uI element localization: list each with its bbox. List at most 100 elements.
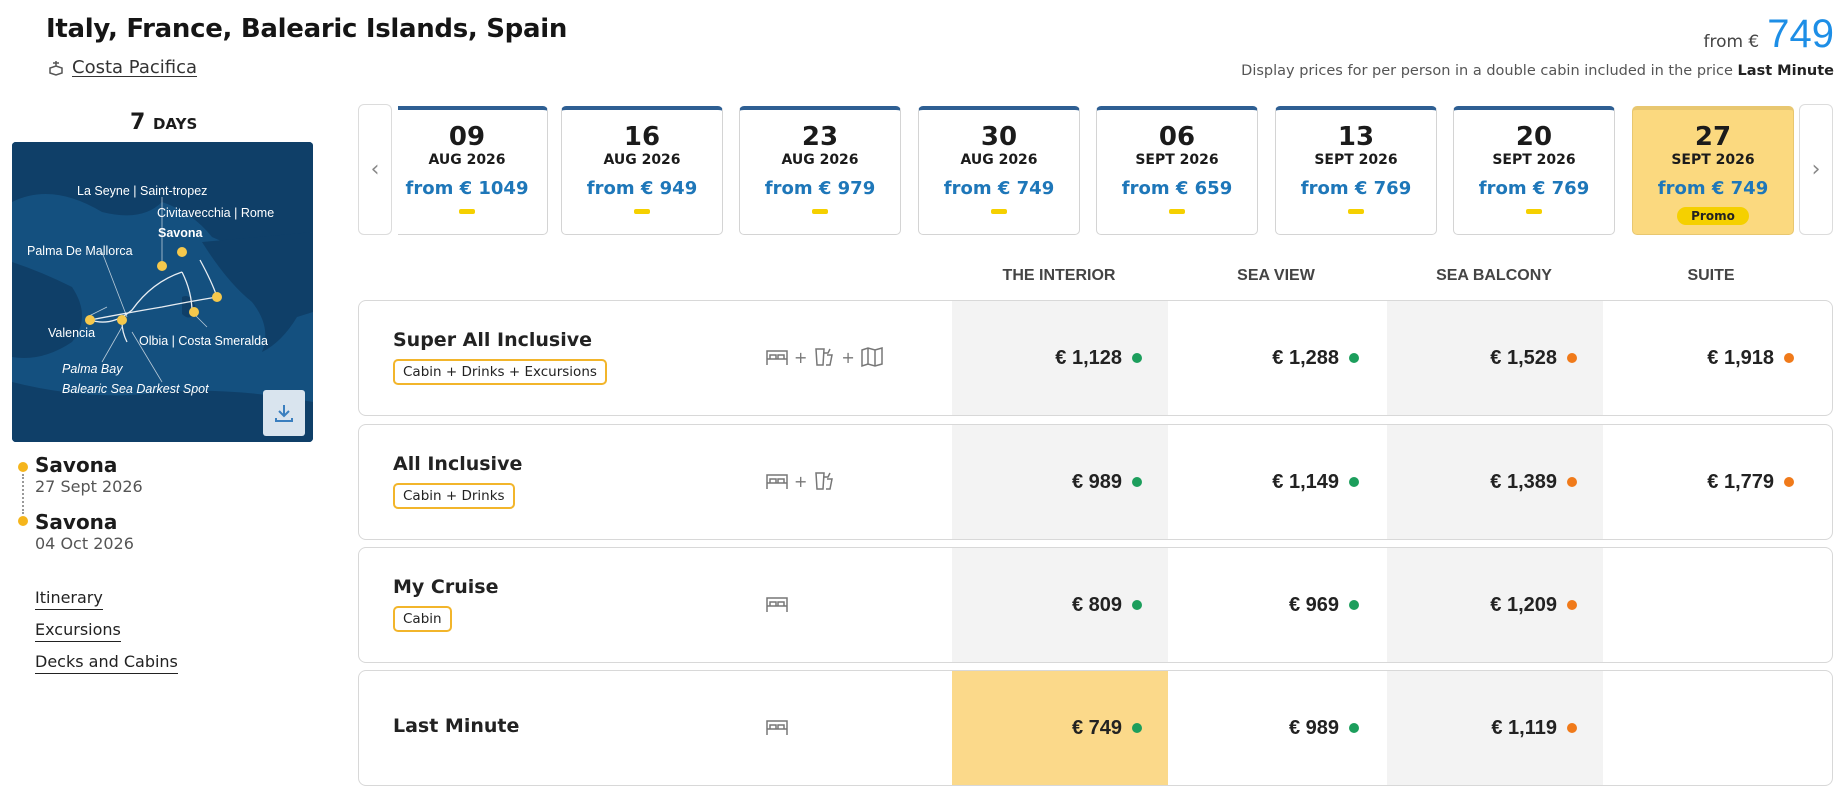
availability-dot (1567, 477, 1577, 487)
date-card[interactable]: 13 SEPT 2026 from € 769 (1275, 106, 1437, 235)
col-sea-balcony: SEA BALCONY (1436, 267, 1552, 284)
chevron-right-icon: › (1811, 157, 1821, 182)
price-cell[interactable]: € 969 (1169, 548, 1385, 662)
date-card[interactable]: 09 AUG 2026 from € 1049 (398, 106, 548, 235)
map-label: Valencia (48, 326, 96, 340)
map-label: Palma De Mallorca (27, 244, 133, 258)
offer-indicator (459, 209, 475, 214)
price-cell[interactable]: € 1,149 (1169, 425, 1385, 539)
price-cell[interactable]: € 1,918 (1604, 301, 1820, 415)
package-row-super-all-inclusive: Super All Inclusive Cabin + Drinks + Exc… (358, 300, 1833, 416)
price-value: € 1,779 (1707, 470, 1774, 493)
offer-indicator (812, 209, 828, 214)
date-card[interactable]: 30 AUG 2026 from € 749 (918, 106, 1080, 235)
end-date: 04 Oct 2026 (35, 534, 134, 553)
package-tag: Cabin (393, 606, 452, 632)
date-price: from € 949 (586, 178, 698, 199)
price-value: € 809 (1071, 593, 1122, 616)
itinerary-map[interactable]: La Seyne | Saint-tropez Civitavecchia | … (12, 142, 313, 442)
package-name: Last Minute (393, 715, 520, 737)
date-month: SEPT 2026 (1492, 152, 1576, 168)
price-disclaimer: Display prices for per person in a doubl… (1241, 63, 1834, 79)
download-icon (275, 405, 293, 422)
section-links: Itinerary Excursions Decks and Cabins (35, 588, 178, 684)
date-price: from € 979 (764, 178, 876, 199)
price-cell[interactable]: € 1,119 (1387, 671, 1603, 785)
map-download-button[interactable] (263, 390, 305, 436)
col-suite: SUITE (1687, 267, 1735, 284)
link-itinerary[interactable]: Itinerary (35, 588, 103, 610)
price-value: € 1,389 (1490, 470, 1557, 493)
date-day: 16 (623, 122, 661, 152)
ship-link[interactable]: Costa Pacifica (46, 57, 197, 78)
availability-dot (1567, 353, 1577, 363)
chevron-left-icon: ‹ (370, 157, 380, 182)
date-day: 09 (448, 122, 486, 152)
promo-badge: Promo (1677, 207, 1749, 225)
map-label: Balearic Sea Darkest Spot (62, 382, 209, 396)
price-cell[interactable]: € 1,209 (1387, 548, 1603, 662)
price-cell[interactable]: € 989 (1169, 671, 1385, 785)
duration-number: 7 (130, 110, 146, 135)
price-cell[interactable]: € 989 (952, 425, 1168, 539)
carousel-prev-button[interactable]: ‹ (358, 104, 392, 235)
date-month: SEPT 2026 (1314, 152, 1398, 168)
date-month: AUG 2026 (960, 152, 1038, 168)
availability-dot (1132, 353, 1142, 363)
price-cell[interactable]: € 1,128 (952, 301, 1168, 415)
ship-icon (49, 60, 63, 76)
price-value: € 1,528 (1490, 346, 1557, 369)
plus-icon: + (841, 347, 855, 367)
duration-unit: DAYS (152, 115, 198, 133)
carousel-next-button[interactable]: › (1799, 104, 1833, 235)
ship-name: Costa Pacifica (72, 57, 198, 78)
link-excursions[interactable]: Excursions (35, 620, 121, 642)
price-cell[interactable]: € 1,528 (1387, 301, 1603, 415)
date-price: from € 749 (943, 178, 1055, 199)
price-value: € 989 (1288, 716, 1339, 739)
package-row-my-cruise: My Cruise Cabin € 809 € 969 € 1,209 (358, 547, 1833, 663)
map-label: Palma Bay (62, 362, 123, 376)
date-card[interactable]: 20 SEPT 2026 from € 769 (1453, 106, 1615, 235)
price-cell[interactable]: € 1,288 (1169, 301, 1385, 415)
date-month: SEPT 2026 (1135, 152, 1219, 168)
date-day: 06 (1158, 122, 1196, 152)
availability-dot (1132, 723, 1142, 733)
cruise-title: Italy, France, Balearic Islands, Spain (46, 14, 568, 44)
cruise-duration: 7 DAYS (130, 110, 197, 135)
price-cell[interactable]: € 809 (952, 548, 1168, 662)
date-price: from € 769 (1300, 178, 1412, 199)
bed-icon (766, 474, 788, 489)
price-value: € 969 (1288, 593, 1339, 616)
price-cell[interactable]: € 1,389 (1387, 425, 1603, 539)
date-price: from € 1049 (405, 178, 529, 199)
price-cell-empty (1604, 548, 1820, 662)
availability-dot (1567, 723, 1577, 733)
date-day: 20 (1515, 122, 1553, 152)
price-cell[interactable]: € 1,779 (1604, 425, 1820, 539)
price-value: € 1,209 (1490, 593, 1557, 616)
availability-dot (1784, 477, 1794, 487)
date-card[interactable]: 06 SEPT 2026 from € 659 (1096, 106, 1258, 235)
date-month: AUG 2026 (781, 152, 859, 168)
price-value: € 1,918 (1707, 346, 1774, 369)
map-label: Civitavecchia | Rome (157, 206, 275, 220)
link-decks-cabins[interactable]: Decks and Cabins (35, 652, 178, 674)
lowest-price: 749 (1767, 12, 1834, 56)
package-icons: + + (764, 345, 885, 369)
date-card-selected[interactable]: 27 SEPT 2026 from € 749 Promo (1632, 106, 1794, 235)
date-card[interactable]: 23 AUG 2026 from € 979 (739, 106, 901, 235)
package-icons (764, 592, 790, 616)
start-date: 27 Sept 2026 (35, 477, 143, 496)
map-label: La Seyne | Saint-tropez (77, 184, 208, 198)
availability-dot (1349, 600, 1359, 610)
map-icon (861, 347, 883, 368)
bed-icon (766, 597, 788, 612)
bed-icon (766, 720, 788, 735)
date-card[interactable]: 16 AUG 2026 from € 949 (561, 106, 723, 235)
price-cell-selected[interactable]: € 749 (952, 671, 1168, 785)
price-value: € 1,128 (1055, 346, 1122, 369)
price-value: € 1,288 (1272, 346, 1339, 369)
map-label: Olbia | Costa Smeralda (139, 334, 268, 348)
package-row-all-inclusive: All Inclusive Cabin + Drinks + € 989 € 1… (358, 424, 1833, 540)
